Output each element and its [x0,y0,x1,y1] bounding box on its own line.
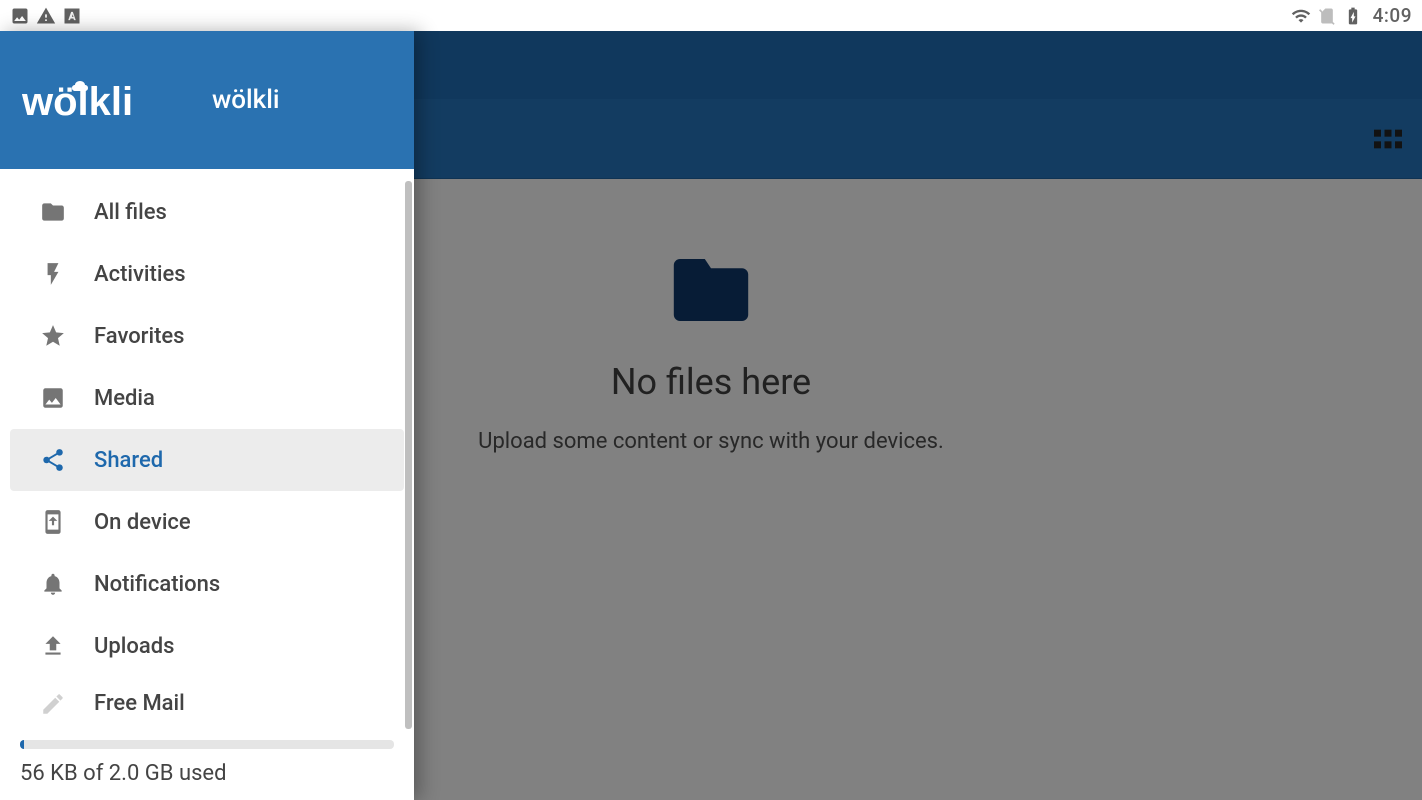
brand-logo: wölkli [22,77,192,123]
sidebar-item-label: Free Mail [94,691,185,715]
sidebar-item-activities[interactable]: Activities [10,243,404,305]
sidebar-item-label: Favorites [94,324,185,349]
storage-quota-bar [0,740,414,755]
share-icon [40,447,66,473]
sidebar-item-notifications[interactable]: Notifications [10,553,404,615]
sidebar-item-label: All files [94,200,167,225]
sidebar-item-label: Notifications [94,572,220,597]
drawer-app-name: wölkli [212,85,280,115]
battery-charging-icon [1343,6,1363,26]
sidebar-item-label: Uploads [94,634,174,659]
warning-notification-icon [36,6,56,26]
sidebar-item-favorites[interactable]: Favorites [10,305,404,367]
app-root: No files here Upload some content or syn… [0,31,1422,800]
sidebar-item-free-mail[interactable]: Free Mail [10,677,404,715]
sidebar-item-label: Media [94,386,155,411]
bell-icon [40,571,66,597]
bolt-icon [40,261,66,287]
no-sim-icon [1317,6,1337,26]
sidebar-item-on-device[interactable]: On device [10,491,404,553]
status-bar-clock: 4:09 [1373,4,1412,27]
drawer-header: wölkli wölkli [0,31,414,169]
star-icon [40,323,66,349]
storage-quota-text: 56 KB of 2.0 GB used [0,755,414,800]
status-bar-left [10,6,82,26]
text-notification-icon [62,6,82,26]
wifi-icon [1291,6,1311,26]
folder-icon [40,199,66,225]
status-bar: 4:09 [0,0,1422,31]
drawer-items: All files Activities Favorites Media [0,169,414,740]
sidebar-item-media[interactable]: Media [10,367,404,429]
navigation-drawer: wölkli wölkli All files Activities [0,31,414,800]
sidebar-item-label: Shared [94,448,163,473]
image-notification-icon [10,6,30,26]
sidebar-item-label: Activities [94,262,186,287]
sidebar-item-shared[interactable]: Shared [10,429,404,491]
status-bar-right: 4:09 [1291,4,1412,27]
image-icon [40,385,66,411]
sidebar-item-uploads[interactable]: Uploads [10,615,404,677]
upload-icon [40,633,66,659]
pen-icon [40,691,66,715]
sidebar-item-all-files[interactable]: All files [10,181,404,243]
drawer-scrollbar[interactable] [405,181,412,729]
device-icon [40,509,66,535]
sidebar-item-label: On device [94,510,191,535]
